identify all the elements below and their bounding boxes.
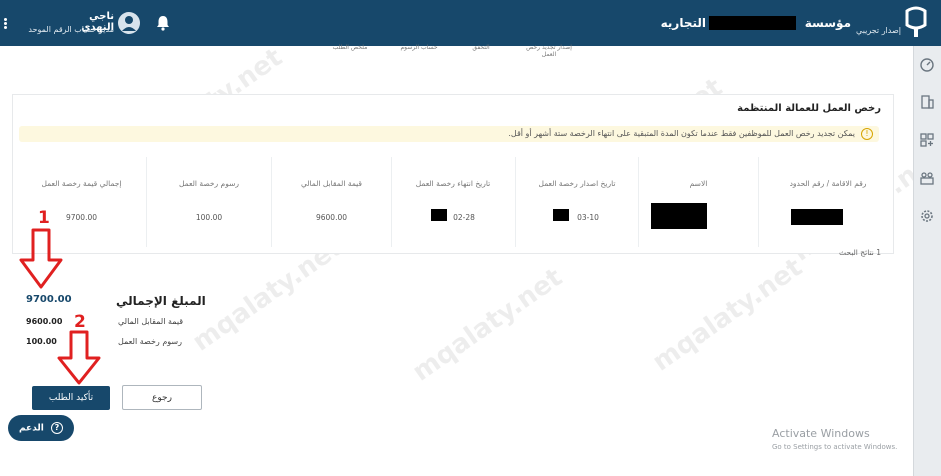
column-divider	[758, 157, 759, 247]
step-verification: التحقق	[472, 44, 490, 51]
summary-fee-value: 100.00	[26, 337, 57, 346]
confirm-request-button[interactable]: تأكيد الطلب	[32, 386, 110, 410]
header-total: إجمالي قيمة رخصة العمل	[41, 179, 122, 188]
header-expiry-date: تاريخ انتهاء رخصة العمل	[415, 179, 491, 188]
version-label: إصدار تجريبي	[856, 26, 901, 35]
redacted-expiry-year	[431, 209, 447, 221]
right-sidebar	[913, 46, 941, 476]
user-role: مدير حساب الرقم الموحد	[28, 25, 114, 34]
info-icon: !	[861, 128, 873, 140]
step-fees-calculation: حساب الرسوم	[400, 44, 438, 51]
column-divider	[391, 157, 392, 247]
cell-financial-value: 9600.00	[315, 213, 347, 222]
work-permits-card: رخص العمل للعمالة المنتظمة ! يمكن تجديد …	[12, 94, 894, 254]
bell-icon[interactable]	[154, 14, 172, 32]
search-results-count: 1 نتائج البحث	[839, 248, 881, 257]
annotation-number-1: 1	[38, 208, 50, 228]
windows-activation-title: Activate Windows	[772, 427, 870, 440]
column-divider	[515, 157, 516, 247]
header-license-fee: رسوم رخصة العمل	[179, 179, 239, 188]
watermark: mqalaty.net	[407, 262, 568, 388]
header-name: الاسم	[689, 179, 708, 188]
more-menu-icon[interactable]	[4, 18, 8, 30]
question-icon: ?	[51, 422, 63, 434]
info-alert: ! يمكن تجديد رخص العمل للموظفين فقط عندم…	[19, 126, 879, 142]
employees-icon[interactable]	[919, 170, 935, 186]
qiwa-logo	[905, 6, 927, 37]
support-label: الدعم	[18, 423, 44, 434]
summary-fee-label: رسوم رخصة العمل	[118, 337, 182, 346]
top-navigation-bar: إصدار تجريبي مؤسسة التجاريه ناجي النهدي …	[0, 0, 941, 46]
summary-total-amount: 9700.00	[26, 294, 72, 305]
cell-issue-date: 03-10	[577, 213, 599, 222]
settings-icon[interactable]	[919, 208, 935, 224]
support-button[interactable]: الدعم ?	[8, 415, 74, 441]
column-divider	[146, 157, 147, 247]
windows-activation-subtitle: Go to Settings to activate Windows.	[772, 443, 898, 451]
header-issue-date: تاريخ اصدار رخصة العمل	[538, 179, 616, 188]
summary-title: المبلغ الإجمالي	[116, 294, 206, 308]
redacted-employee-name	[651, 203, 707, 229]
annotation-number-2: 2	[74, 312, 86, 332]
services-grid-icon[interactable]	[919, 132, 935, 148]
watermark: mqalaty.net	[647, 252, 808, 378]
step-request-summary: ملخص الطلب	[332, 44, 368, 51]
back-button[interactable]: رجوع	[122, 385, 202, 410]
establishment-suffix: التجاريه	[660, 16, 706, 30]
step-issue-renew: إصدار تجديد رخص العمل	[526, 44, 572, 58]
building-icon[interactable]	[919, 94, 935, 110]
annotation-arrow-down-icon	[19, 228, 63, 289]
summary-financial-label: قيمة المقابل المالي	[118, 317, 184, 326]
card-title: رخص العمل للعمالة المنتظمة	[737, 103, 881, 114]
column-divider	[271, 157, 272, 247]
user-avatar[interactable]	[118, 12, 140, 34]
cell-expiry-date: 02-28	[453, 213, 475, 222]
redacted-issue-year	[553, 209, 569, 221]
annotation-arrow-down-icon	[57, 330, 101, 385]
alert-text: يمكن تجديد رخص العمل للموظفين فقط عندما …	[508, 129, 855, 138]
column-divider	[638, 157, 639, 247]
redacted-iqama-number	[791, 209, 843, 225]
header-financial-value: قيمة المقابل المالي	[300, 179, 363, 188]
cell-license-fee: 100.00	[195, 213, 223, 222]
summary-financial-value: 9600.00	[26, 317, 63, 326]
dashboard-icon[interactable]	[919, 56, 935, 72]
establishment-prefix: مؤسسة	[804, 16, 851, 30]
header-iqama-number: رقم الاقامة / رقم الحدود	[789, 179, 867, 188]
redacted-establishment-name	[709, 16, 796, 30]
